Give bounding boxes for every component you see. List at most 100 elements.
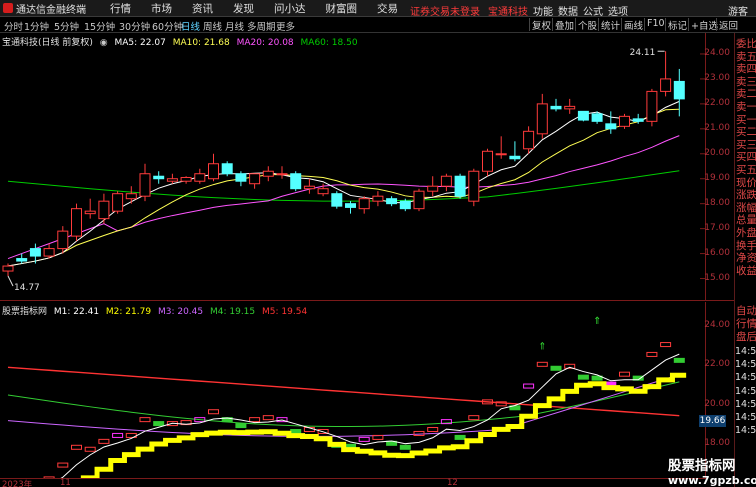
indicator-chart[interactable]: ⇑⇑ — [0, 302, 706, 478]
candle-body — [386, 198, 398, 205]
date-tick-nov: 11 — [60, 478, 71, 487]
menu-markets[interactable]: 市场 — [151, 1, 172, 16]
tool-functions[interactable]: 功能 — [533, 3, 553, 18]
quote-field-label: 卖三 — [736, 75, 756, 88]
adjust-button[interactable]: 复权 — [529, 18, 553, 32]
login-notice[interactable]: 证券交易未登录 宝通科技 — [410, 3, 528, 18]
indicator-tick: 24.00 — [704, 319, 730, 330]
quote-field-label: 净资 — [736, 252, 756, 265]
candle-body — [399, 200, 411, 210]
price-tick: 23.00 — [704, 72, 730, 83]
period-1min[interactable]: 1分钟 — [24, 19, 49, 33]
overlay-button[interactable]: 叠加 — [552, 18, 576, 32]
candle — [125, 186, 137, 204]
menu-news[interactable]: 资讯 — [192, 1, 213, 16]
menu-trade[interactable]: 交易 — [377, 1, 398, 16]
price-tick: 18.00 — [704, 197, 730, 208]
candle — [619, 113, 630, 129]
tool-formula[interactable]: 公式 — [583, 3, 603, 18]
ma5-line — [7, 100, 680, 267]
candle-body — [180, 176, 192, 182]
candle-body — [84, 210, 96, 215]
indicator-box — [550, 365, 562, 371]
menu-market[interactable]: 行情 — [110, 1, 131, 16]
app-logo-icon — [3, 3, 13, 13]
candle-body — [208, 163, 219, 180]
panel-tab[interactable]: 行情 — [736, 318, 756, 331]
candle — [208, 153, 219, 182]
candle-body — [605, 123, 617, 130]
candle — [221, 161, 233, 177]
ma10-value: MA10: 21.68 — [172, 38, 230, 48]
ma60-line — [7, 170, 680, 202]
ma-toggle-icon[interactable]: ◉ — [100, 38, 108, 48]
indicator-title: 股票指标网 — [2, 307, 48, 317]
ma20-value: MA20: 20.08 — [236, 38, 294, 48]
candle-body — [112, 193, 124, 212]
indicator-box — [262, 415, 274, 421]
candle — [564, 98, 576, 114]
candle-body — [495, 153, 507, 156]
tool-data[interactable]: 数据 — [558, 3, 578, 18]
panel-tab[interactable]: 盘后 — [736, 331, 756, 344]
candle-body — [454, 175, 466, 197]
menu-discover[interactable]: 发现 — [233, 1, 254, 16]
candle — [577, 110, 589, 122]
indicator-box — [577, 374, 589, 380]
period-30min[interactable]: 30分钟 — [119, 19, 150, 33]
indicator-box — [112, 432, 124, 438]
watermark: 股票指标网 www.7gpzb.com — [668, 454, 756, 487]
mark-button[interactable]: 标记 — [665, 18, 689, 32]
period-60min[interactable]: 60分钟 — [152, 19, 183, 33]
candle-body — [43, 248, 55, 257]
candle — [331, 191, 343, 209]
period-5min[interactable]: 5分钟 — [54, 19, 79, 33]
period-monthly[interactable]: 月线 — [225, 19, 244, 33]
candle — [372, 191, 384, 207]
stock-button[interactable]: 个股 — [575, 18, 599, 32]
candle-body — [235, 173, 247, 182]
candle — [509, 141, 521, 162]
indicator-box — [660, 342, 672, 348]
candle-body — [290, 173, 302, 190]
period-15min[interactable]: 15分钟 — [84, 19, 115, 33]
candle-body — [564, 105, 576, 110]
quote-field-label: 收益 — [736, 264, 756, 277]
stats-button[interactable]: 统计 — [598, 18, 622, 32]
candle — [180, 176, 192, 184]
menu-ask[interactable]: 问小达 — [274, 1, 306, 16]
indicator-box — [427, 427, 439, 433]
candlestick-chart[interactable]: 24.11 14.77 — [0, 33, 706, 300]
quote-field-label: 买四 — [736, 151, 756, 164]
candle — [166, 173, 178, 184]
candle — [290, 171, 302, 192]
back-button[interactable]: 返回 — [716, 18, 740, 32]
ma5-value: MA5: 22.07 — [114, 38, 166, 48]
quote-field-label: 卖五 — [736, 50, 756, 63]
tool-options[interactable]: 选项 — [608, 3, 628, 18]
draw-button[interactable]: 画线 — [621, 18, 645, 32]
panel-tab[interactable]: 自动 — [736, 305, 756, 318]
candle-body — [372, 195, 384, 202]
quote-field-label: 委比 — [736, 38, 756, 50]
candle — [249, 173, 261, 189]
period-daily[interactable]: 日线 — [181, 19, 200, 33]
menu-wealth[interactable]: 财富圈 — [326, 1, 358, 16]
candle — [262, 166, 274, 182]
period-multi[interactable]: 多周期 — [247, 19, 276, 33]
candle-body — [632, 118, 644, 122]
candle-body — [16, 258, 28, 262]
period-more[interactable]: 更多 — [276, 19, 295, 33]
indicator-box — [57, 462, 69, 468]
quote-field-label: 涨跌 — [736, 189, 756, 202]
indicator-value-badge: 19.66 — [699, 415, 726, 427]
stock-title: 宝通科技(日线 前复权) — [2, 38, 93, 48]
tick-time: 14:56 — [735, 372, 756, 384]
period-timeline[interactable]: 分时 — [4, 19, 23, 33]
watermark-name: 股票指标网 — [668, 458, 736, 474]
f10-button[interactable]: F10 — [644, 18, 667, 31]
guest-label[interactable]: 游客 — [728, 3, 748, 18]
period-weekly[interactable]: 周线 — [203, 19, 222, 33]
quote-field-label: 卖一 — [736, 101, 756, 113]
candle — [550, 98, 562, 112]
